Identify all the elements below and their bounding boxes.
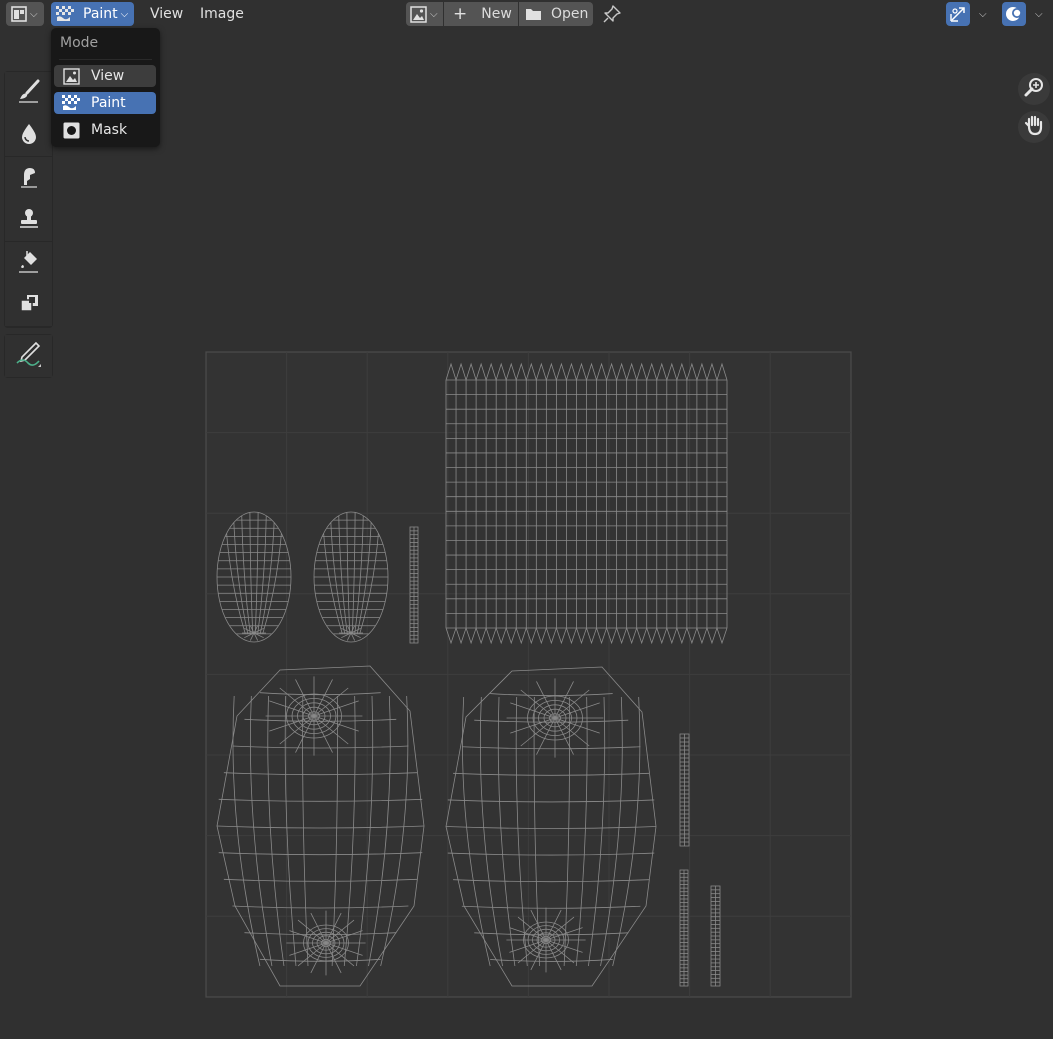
chevron-down-icon: ⌵ bbox=[120, 8, 129, 20]
tool-soften[interactable] bbox=[5, 114, 52, 156]
soften-drop-icon bbox=[16, 120, 42, 150]
draw-brush-icon bbox=[16, 78, 42, 108]
menu-image[interactable]: Image bbox=[192, 2, 252, 26]
tool-clone[interactable] bbox=[5, 199, 52, 241]
zoom-view-button[interactable] bbox=[1018, 73, 1050, 105]
zoom-icon bbox=[1023, 76, 1045, 102]
menu-separator bbox=[59, 59, 152, 60]
image-view-icon bbox=[62, 67, 80, 85]
plus-icon: + bbox=[453, 4, 468, 24]
chevron-down-icon: ⌵ bbox=[1035, 8, 1043, 20]
chevron-down-icon: ⌵ bbox=[30, 8, 38, 20]
open-image-button[interactable]: Open bbox=[519, 2, 593, 26]
tool-draw[interactable] bbox=[5, 72, 52, 114]
mask-icon bbox=[62, 122, 80, 138]
uv-sync-button[interactable]: ⌵ bbox=[946, 2, 994, 26]
mask-tool-icon bbox=[16, 290, 42, 320]
pin-icon bbox=[602, 4, 622, 24]
overlay-button[interactable]: ⌵ bbox=[1002, 2, 1050, 26]
overlay-icon bbox=[1002, 2, 1026, 26]
mode-select-label: Paint bbox=[83, 6, 118, 22]
smear-finger-icon bbox=[16, 163, 42, 193]
pan-view-button[interactable] bbox=[1018, 111, 1050, 143]
pan-hand-icon bbox=[1023, 114, 1045, 140]
tool-smear[interactable] bbox=[5, 157, 52, 199]
editor-type-button[interactable]: ⌵ bbox=[6, 2, 44, 26]
pin-button[interactable] bbox=[602, 2, 624, 26]
tool-mask[interactable] bbox=[5, 284, 52, 326]
mode-item-mask[interactable]: Mask bbox=[54, 119, 156, 141]
fill-bucket-icon bbox=[16, 248, 42, 278]
new-image-button[interactable]: + New bbox=[444, 2, 518, 26]
open-image-label: Open bbox=[551, 6, 589, 22]
uv-grid bbox=[205, 351, 852, 998]
folder-icon bbox=[525, 7, 542, 21]
uv-sync-icon bbox=[946, 2, 970, 26]
mode-item-paint[interactable]: Paint bbox=[54, 92, 156, 114]
image-editor-icon bbox=[11, 6, 27, 22]
mode-dropdown-menu: Mode View Paint Mask bbox=[51, 28, 160, 147]
chevron-down-icon: ⌵ bbox=[430, 8, 438, 20]
mode-item-view-label: View bbox=[91, 68, 125, 84]
image-browse-button[interactable]: ⌵ bbox=[406, 2, 443, 26]
tool-annotate[interactable] bbox=[5, 335, 52, 377]
chevron-down-icon: ⌵ bbox=[979, 8, 987, 20]
clone-stamp-icon bbox=[16, 205, 42, 235]
uv-mesh bbox=[216, 362, 728, 987]
tool-fill[interactable] bbox=[5, 242, 52, 284]
checker-paint-icon bbox=[62, 95, 80, 111]
checker-paint-icon bbox=[56, 6, 74, 22]
mode-item-mask-label: Mask bbox=[91, 122, 128, 138]
image-browse-icon bbox=[410, 5, 427, 23]
menu-view[interactable]: View bbox=[142, 2, 191, 26]
mode-item-paint-label: Paint bbox=[91, 95, 126, 111]
mode-item-view[interactable]: View bbox=[54, 65, 156, 87]
mode-menu-title: Mode bbox=[60, 35, 99, 51]
new-image-label: New bbox=[481, 6, 512, 22]
annotate-pencil-icon bbox=[14, 339, 44, 373]
mode-select-button[interactable]: Paint ⌵ bbox=[51, 2, 134, 26]
uv-canvas[interactable] bbox=[0, 0, 1053, 1039]
